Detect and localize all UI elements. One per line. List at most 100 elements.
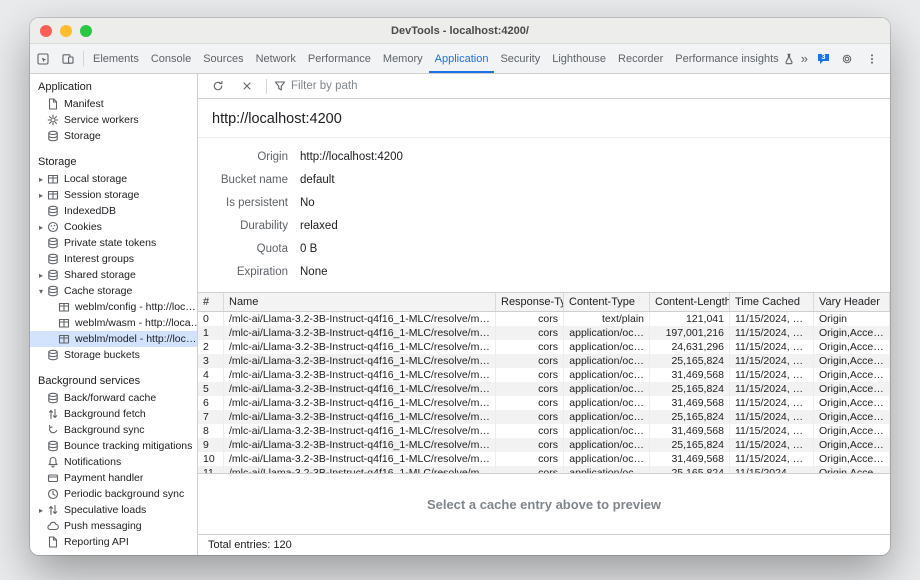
sidebar-item-background-sync[interactable]: Background sync	[30, 422, 197, 438]
column-header-response-type[interactable]: Response-Type	[496, 293, 564, 311]
tab-recorder[interactable]: Recorder	[612, 44, 669, 73]
device-toolbar-icon	[62, 53, 74, 65]
cell-: 5	[198, 382, 224, 396]
tab-performance[interactable]: Performance	[302, 44, 377, 73]
more-tabs-icon[interactable]: »	[796, 51, 813, 66]
cache-entry-row[interactable]: 8/mlc-ai/Llama-3.2-3B-Instruct-q4f16_1-M…	[198, 424, 890, 438]
tab-memory[interactable]: Memory	[377, 44, 429, 73]
database-icon	[47, 253, 59, 265]
sidebar-item-weblm-model-http-loc[interactable]: weblm/model - http://loc…	[30, 331, 197, 347]
cache-entry-row[interactable]: 1/mlc-ai/Llama-3.2-3B-Instruct-q4f16_1-M…	[198, 326, 890, 340]
cell-time-cached: 11/15/2024, 10…	[730, 326, 814, 340]
cache-entry-row[interactable]: 5/mlc-ai/Llama-3.2-3B-Instruct-q4f16_1-M…	[198, 382, 890, 396]
tab-label: Security	[500, 53, 540, 65]
sidebar-item-weblm-wasm-http-loca[interactable]: weblm/wasm - http://loca…	[30, 315, 197, 331]
sidebar-item-bounce-tracking-mitigations[interactable]: Bounce tracking mitigations	[30, 438, 197, 454]
sidebar-item-back-forward-cache[interactable]: Back/forward cache	[30, 390, 197, 406]
column-header-[interactable]: #	[198, 293, 224, 311]
sidebar-item-weblm-config-http-loc[interactable]: weblm/config - http://loc…	[30, 299, 197, 315]
column-header-content-type[interactable]: Content-Type	[564, 293, 650, 311]
sidebar-item-background-fetch[interactable]: Background fetch	[30, 406, 197, 422]
settings-gear-button[interactable]	[834, 53, 859, 65]
expand-arrow-icon[interactable]: ▸	[36, 506, 46, 515]
tabbar-right-tools-cluster: » 3	[796, 44, 890, 73]
cache-entry-row[interactable]: 6/mlc-ai/Llama-3.2-3B-Instruct-q4f16_1-M…	[198, 396, 890, 410]
sidebar-item-push-messaging[interactable]: Push messaging	[30, 518, 197, 534]
minimize-window-button[interactable]	[60, 25, 72, 37]
cache-entry-row[interactable]: 7/mlc-ai/Llama-3.2-3B-Instruct-q4f16_1-M…	[198, 410, 890, 424]
cell-response-type: cors	[496, 396, 564, 410]
expand-arrow-icon[interactable]: ▸	[36, 271, 46, 280]
tab-performance-insights[interactable]: Performance insights	[669, 44, 795, 73]
tab-console[interactable]: Console	[145, 44, 197, 73]
kebab-menu-button[interactable]	[859, 53, 884, 65]
table-header: #NameResponse-TypeContent-TypeContent-Le…	[198, 293, 890, 312]
sidebar-item-session-storage[interactable]: ▸Session storage	[30, 187, 197, 203]
tab-elements[interactable]: Elements	[87, 44, 145, 73]
cell-time-cached: 11/15/2024, 10…	[730, 424, 814, 438]
tab-lighthouse[interactable]: Lighthouse	[546, 44, 612, 73]
clear-button[interactable]	[234, 80, 259, 92]
sidebar-item-interest-groups[interactable]: Interest groups	[30, 251, 197, 267]
cell-vary-header: Origin,Access…	[814, 466, 890, 473]
sidebar-item-local-storage[interactable]: ▸Local storage	[30, 171, 197, 187]
filter-by-path-input[interactable]: Filter by path	[274, 80, 357, 92]
cache-entry-row[interactable]: 11/mlc-ai/Llama-3.2-3B-Instruct-q4f16_1-…	[198, 466, 890, 473]
column-header-name[interactable]: Name	[224, 293, 496, 311]
table-icon	[58, 333, 70, 345]
sidebar-item-periodic-background-sync[interactable]: Periodic background sync	[30, 486, 197, 502]
sidebar-item-label: Storage	[64, 130, 101, 142]
inspect-button[interactable]	[30, 44, 55, 73]
cache-entry-row[interactable]: 10/mlc-ai/Llama-3.2-3B-Instruct-q4f16_1-…	[198, 452, 890, 466]
sidebar-item-label: weblm/config - http://loc…	[75, 301, 196, 313]
sidebar-item-reporting-api[interactable]: Reporting API	[30, 534, 197, 550]
cell-vary-header: Origin,Access…	[814, 438, 890, 452]
cache-entry-row[interactable]: 0/mlc-ai/Llama-3.2-3B-Instruct-q4f16_1-M…	[198, 312, 890, 326]
tab-security[interactable]: Security	[494, 44, 546, 73]
tab-label: Recorder	[618, 53, 663, 65]
cell-vary-header: Origin,Access…	[814, 396, 890, 410]
console-messages-badge[interactable]: 3	[813, 53, 834, 65]
sidebar-item-storage[interactable]: Storage	[30, 128, 197, 144]
expand-arrow-icon[interactable]: ▸	[36, 223, 46, 232]
sidebar-item-shared-storage[interactable]: ▸ Shared storage	[30, 267, 197, 283]
refresh-icon	[212, 80, 224, 92]
cache-entry-row[interactable]: 2/mlc-ai/Llama-3.2-3B-Instruct-q4f16_1-M…	[198, 340, 890, 354]
metadata-row-expiration: ExpirationNone	[212, 260, 876, 283]
expand-arrow-icon[interactable]: ▸	[36, 175, 46, 184]
expand-arrow-icon[interactable]: ▸	[36, 191, 46, 200]
cache-storage-panel: Filter by path http://localhost:4200 Ori…	[198, 74, 890, 555]
cell-: 6	[198, 396, 224, 410]
tab-application[interactable]: Application	[429, 44, 495, 73]
cache-entry-row[interactable]: 3/mlc-ai/Llama-3.2-3B-Instruct-q4f16_1-M…	[198, 354, 890, 368]
sidebar-item-private-state-tokens[interactable]: Private state tokens	[30, 235, 197, 251]
column-header-content-length[interactable]: Content-Length	[650, 293, 730, 311]
cell-vary-header: Origin,Access…	[814, 368, 890, 382]
sidebar-item-notifications[interactable]: Notifications	[30, 454, 197, 470]
tab-network[interactable]: Network	[250, 44, 302, 73]
column-header-vary-header[interactable]: Vary Header	[814, 293, 890, 311]
collapse-arrow-icon[interactable]: ▾	[36, 287, 46, 296]
cache-entry-row[interactable]: 9/mlc-ai/Llama-3.2-3B-Instruct-q4f16_1-M…	[198, 438, 890, 452]
sidebar-item-service-workers[interactable]: Service workers	[30, 112, 197, 128]
cell-content-length: 121,041	[650, 312, 730, 326]
sidebar-item-indexeddb[interactable]: IndexedDB	[30, 203, 197, 219]
sidebar-item-cache-storage[interactable]: ▾Cache storage	[30, 283, 197, 299]
column-header-time-cached[interactable]: Time Cached	[730, 293, 814, 311]
sidebar-item-speculative-loads[interactable]: ▸Speculative loads	[30, 502, 197, 518]
sidebar-item-cookies[interactable]: ▸Cookies	[30, 219, 197, 235]
cookie-icon	[47, 221, 59, 233]
sidebar-item-label: Shared storage	[64, 269, 136, 281]
cell-time-cached: 11/15/2024, 10…	[730, 354, 814, 368]
sidebar-item-payment-handler[interactable]: Payment handler	[30, 470, 197, 486]
sidebar-item-storage-buckets[interactable]: Storage buckets	[30, 347, 197, 363]
close-window-button[interactable]	[40, 25, 52, 37]
sidebar-item-manifest[interactable]: Manifest	[30, 96, 197, 112]
cache-entry-row[interactable]: 4/mlc-ai/Llama-3.2-3B-Instruct-q4f16_1-M…	[198, 368, 890, 382]
device-toolbar-button[interactable]	[55, 44, 80, 73]
tab-label: Console	[151, 53, 191, 65]
devtools-tabbar: ElementsConsoleSourcesNetworkPerformance…	[30, 44, 890, 74]
tab-sources[interactable]: Sources	[197, 44, 249, 73]
refresh-button[interactable]	[205, 80, 230, 92]
zoom-window-button[interactable]	[80, 25, 92, 37]
